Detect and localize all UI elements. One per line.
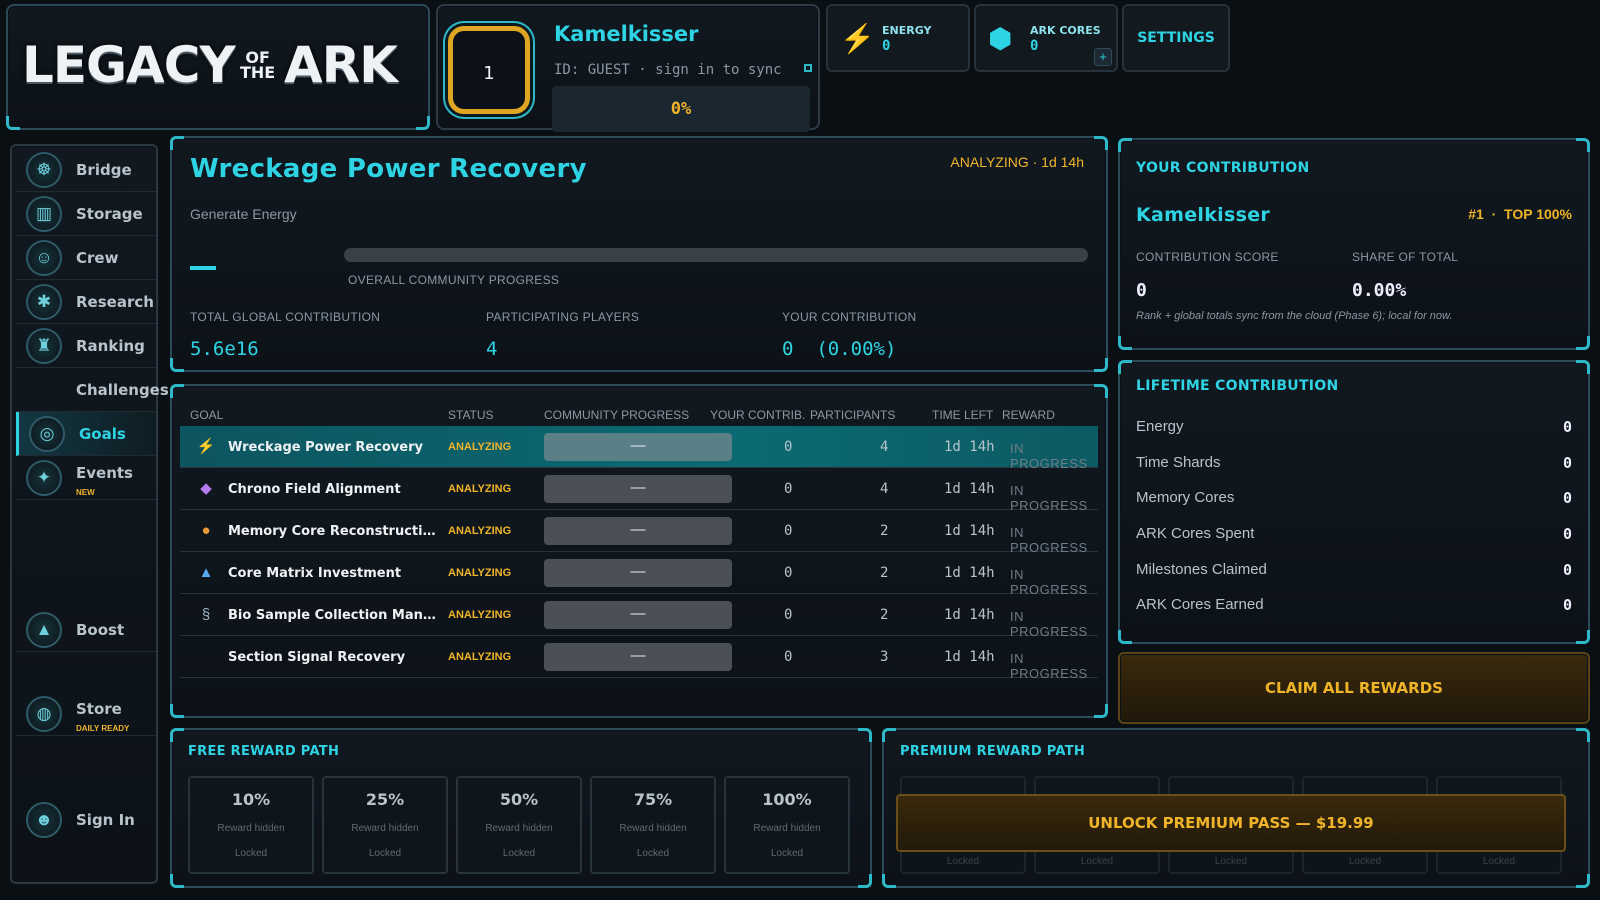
lifetime-row-memory-cores: Memory Cores 0 (1136, 489, 1572, 507)
goals-table: GOAL STATUS COMMUNITY PROGRESS YOUR CONT… (170, 384, 1108, 718)
contribution-rank: #1 · TOP 100% (1468, 206, 1572, 222)
stat-your-contribution: YOUR CONTRIBUTION 0 (0.00%) (782, 310, 917, 360)
table-row[interactable]: ◆ Chrono Field Alignment ANALYZING — 0 4… (180, 468, 1098, 513)
lifetime-row-time-shards: Time Shards 0 (1136, 454, 1572, 472)
sidebar-item-boost[interactable]: ▲ Boost (16, 608, 156, 652)
player-id: ID: GUEST · sign in to sync (554, 62, 782, 78)
sidebar: ☸ Bridge ▥ Storage ☺ Crew ✱ Research ♜ Rankin… (10, 144, 169, 884)
player-progress: 0% (552, 86, 810, 132)
daily-ready-badge: DAILY READY (76, 724, 130, 733)
sidebar-item-events[interactable]: ✦ Events NEW (16, 456, 156, 500)
table-row[interactable]: ▲ Core Matrix Investment ANALYZING — 0 2… (180, 552, 1098, 597)
community-progress-bar (344, 248, 1088, 262)
settings-button[interactable]: SETTINGS (1122, 4, 1230, 72)
bag-icon: ◍ (26, 696, 62, 732)
free-tier: 25% Reward hidden Locked (322, 776, 448, 874)
sidebar-item-storage[interactable]: ▥ Storage (16, 192, 156, 236)
your-contribution-panel: YOUR CONTRIBUTION Kamelkisser #1 · TOP 1… (1118, 138, 1590, 350)
unlock-premium-button[interactable]: UNLOCK PREMIUM PASS — $19.99 (896, 794, 1566, 852)
contribution-score-label: CONTRIBUTION SCORE (1136, 250, 1279, 264)
ark-cores-resource: ⬢ ARK CORES 0 + (974, 4, 1118, 72)
user-icon: ☻ (26, 802, 62, 838)
col-status: STATUS (448, 408, 494, 422)
sidebar-item-research[interactable]: ✱ Research (16, 280, 156, 324)
sidebar-item-crew[interactable]: ☺ Crew (16, 236, 156, 280)
podium-icon: ♜ (26, 328, 62, 364)
logo-text-legacy: LEGACY (22, 36, 236, 94)
new-badge: NEW (76, 488, 95, 497)
sidebar-item-sign-in[interactable]: ☻ Sign In (16, 798, 156, 842)
stat-global-contribution: TOTAL GLOBAL CONTRIBUTION 5.6e16 (190, 310, 381, 360)
logo-text-of-the: OF THE (240, 48, 276, 82)
free-tier: 100% Reward hidden Locked (724, 776, 850, 874)
compass-icon: ✦ (26, 460, 62, 496)
free-path-title: FREE REWARD PATH (188, 744, 340, 759)
col-your-contrib: YOUR CONTRIB. (710, 408, 806, 422)
free-tier: 10% Reward hidden Locked (188, 776, 314, 874)
rocket-icon: ▲ (26, 612, 62, 648)
crew-icon: ☺ (26, 240, 62, 276)
atom-icon: ✱ (26, 284, 62, 320)
contribution-score-value: 0 (1136, 280, 1147, 301)
col-goal: GOAL (190, 408, 224, 422)
add-cores-button[interactable]: + (1094, 48, 1112, 66)
lifetime-contribution-panel: LIFETIME CONTRIBUTION Energy 0 Time Shard… (1118, 360, 1590, 644)
player-panel: 1 Kamelkisser ID: GUEST · sign in to syn… (436, 4, 820, 132)
free-reward-path: FREE REWARD PATH 10% Reward hidden Locked … (170, 728, 872, 888)
table-row[interactable]: ⚡ Wreckage Power Recovery ANALYZING — 0 … (180, 426, 1098, 471)
lifetime-row-cores-earned: ARK Cores Earned 0 (1136, 596, 1572, 614)
share-value: 0.00% (1352, 280, 1407, 301)
goal-detail-card: Wreckage Power Recovery Generate Energy … (170, 136, 1108, 372)
logo-text-ark: ARK (284, 36, 398, 94)
table-row[interactable]: Section Signal Recovery ANALYZING — 0 3 … (180, 636, 1098, 681)
target-icon: ◎ (29, 416, 65, 452)
claim-all-rewards-button[interactable]: CLAIM ALL REWARDS (1118, 652, 1590, 724)
lifetime-row-milestones: Milestones Claimed 0 (1136, 561, 1572, 579)
free-tier: 75% Reward hidden Locked (590, 776, 716, 874)
orb-icon: ● (201, 522, 211, 539)
col-community-progress: COMMUNITY PROGRESS (544, 408, 690, 422)
level-badge[interactable]: 1 (448, 26, 530, 114)
sidebar-item-ranking[interactable]: ♜ Ranking (16, 324, 156, 368)
contribution-player-name: Kamelkisser (1136, 204, 1271, 226)
lifetime-title: LIFETIME CONTRIBUTION (1136, 378, 1339, 394)
sidebar-item-goals[interactable]: ◎ Goals (16, 412, 156, 456)
free-tier: 50% Reward hidden Locked (456, 776, 582, 874)
goal-progress-value (190, 266, 216, 270)
sidebar-item-bridge[interactable]: ☸ Bridge (16, 148, 156, 192)
col-reward: REWARD (1002, 408, 1055, 422)
sync-icon[interactable] (804, 64, 812, 72)
premium-reward-path: PREMIUM REWARD PATH Locked Locked Locked… (882, 728, 1590, 888)
energy-resource: ⚡ ENERGY 0 (826, 4, 970, 72)
table-row[interactable]: ● Memory Core Reconstruction ANALYZING —… (180, 510, 1098, 555)
player-name: Kamelkisser (554, 22, 699, 46)
share-label: SHARE OF TOTAL (1352, 250, 1459, 264)
contribution-title: YOUR CONTRIBUTION (1136, 160, 1310, 176)
crate-icon: ▥ (26, 196, 62, 232)
community-progress-label: OVERALL COMMUNITY PROGRESS (348, 273, 560, 287)
col-participants: PARTICIPANTS (810, 408, 896, 422)
matrix-icon: ▲ (198, 564, 214, 581)
col-time-left: TIME LEFT (932, 408, 994, 422)
goal-subtitle: Generate Energy (190, 206, 297, 222)
lightning-icon: ⚡ (196, 438, 216, 455)
crystal-icon: ◆ (200, 480, 212, 497)
lightning-icon: ⚡ (840, 23, 875, 54)
lifetime-row-energy: Energy 0 (1136, 418, 1572, 436)
goal-status: ANALYZING · 1d 14h (950, 154, 1084, 170)
logo-panel: LEGACY OF THE ARK (6, 4, 430, 130)
helm-icon: ☸ (26, 152, 62, 188)
sidebar-item-store[interactable]: ◍ Store DAILY READY (16, 692, 156, 736)
dna-icon: § (201, 606, 211, 623)
hexagon-core-icon: ⬢ (988, 23, 1013, 54)
goal-title: Wreckage Power Recovery (190, 154, 587, 184)
premium-path-title: PREMIUM REWARD PATH (900, 744, 1086, 759)
table-row[interactable]: § Bio Sample Collection Mand... ANALYZIN… (180, 594, 1098, 639)
lifetime-row-cores-spent: ARK Cores Spent 0 (1136, 525, 1572, 543)
stat-participants: PARTICIPATING PLAYERS 4 (486, 310, 640, 360)
sidebar-item-challenges[interactable]: Challenges (16, 368, 169, 412)
sync-note: Rank + global totals sync from the cloud… (1136, 310, 1453, 322)
